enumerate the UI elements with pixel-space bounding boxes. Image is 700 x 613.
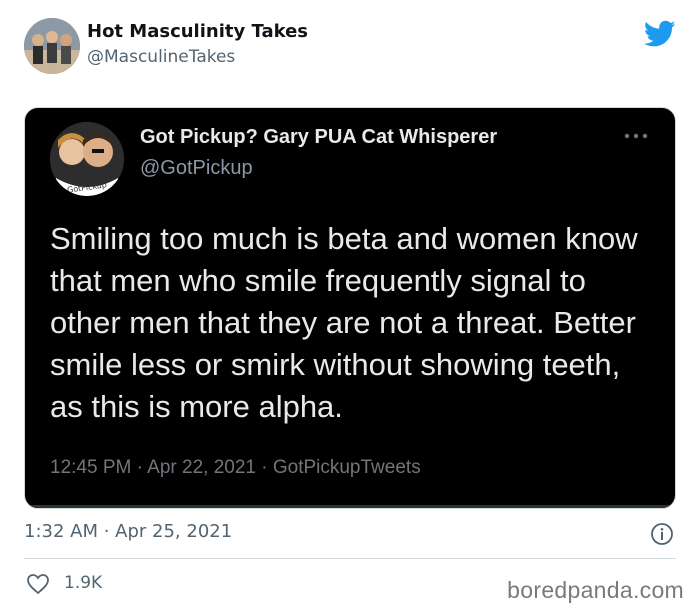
embedded-avatar-image: GotPickup xyxy=(50,122,124,196)
divider xyxy=(24,558,676,559)
more-options-icon[interactable] xyxy=(623,132,649,140)
embedded-bottom-rule xyxy=(25,505,675,508)
embedded-avatar[interactable]: GotPickup xyxy=(50,122,124,196)
watermark: boredpanda.com xyxy=(507,577,684,603)
avatar-image xyxy=(24,18,80,74)
embedded-tweet-text: Smiling too much is beta and women know … xyxy=(50,221,638,424)
display-name[interactable]: Hot Masculinity Takes xyxy=(87,21,308,42)
avatar[interactable] xyxy=(24,18,80,74)
like-count[interactable]: 1.9K xyxy=(64,573,102,593)
tweet-header: Hot Masculinity Takes @MasculineTakes xyxy=(24,18,676,78)
twitter-bird-icon[interactable] xyxy=(644,20,676,48)
embedded-tweet-meta: 12:45 PM · Apr 22, 2021 · GotPickupTweet… xyxy=(50,457,421,478)
user-handle[interactable]: @MasculineTakes xyxy=(87,47,235,67)
info-icon[interactable] xyxy=(650,522,674,546)
embedded-tweet-card[interactable]: GotPickup Got Pickup? Gary PUA Cat Whisp… xyxy=(24,107,676,509)
embedded-user-handle[interactable]: @GotPickup xyxy=(140,157,253,180)
embedded-display-name[interactable]: Got Pickup? Gary PUA Cat Whisperer xyxy=(140,126,497,149)
tweet-timestamp[interactable]: 1:32 AM · Apr 25, 2021 xyxy=(24,521,232,542)
heart-icon[interactable] xyxy=(26,573,50,595)
